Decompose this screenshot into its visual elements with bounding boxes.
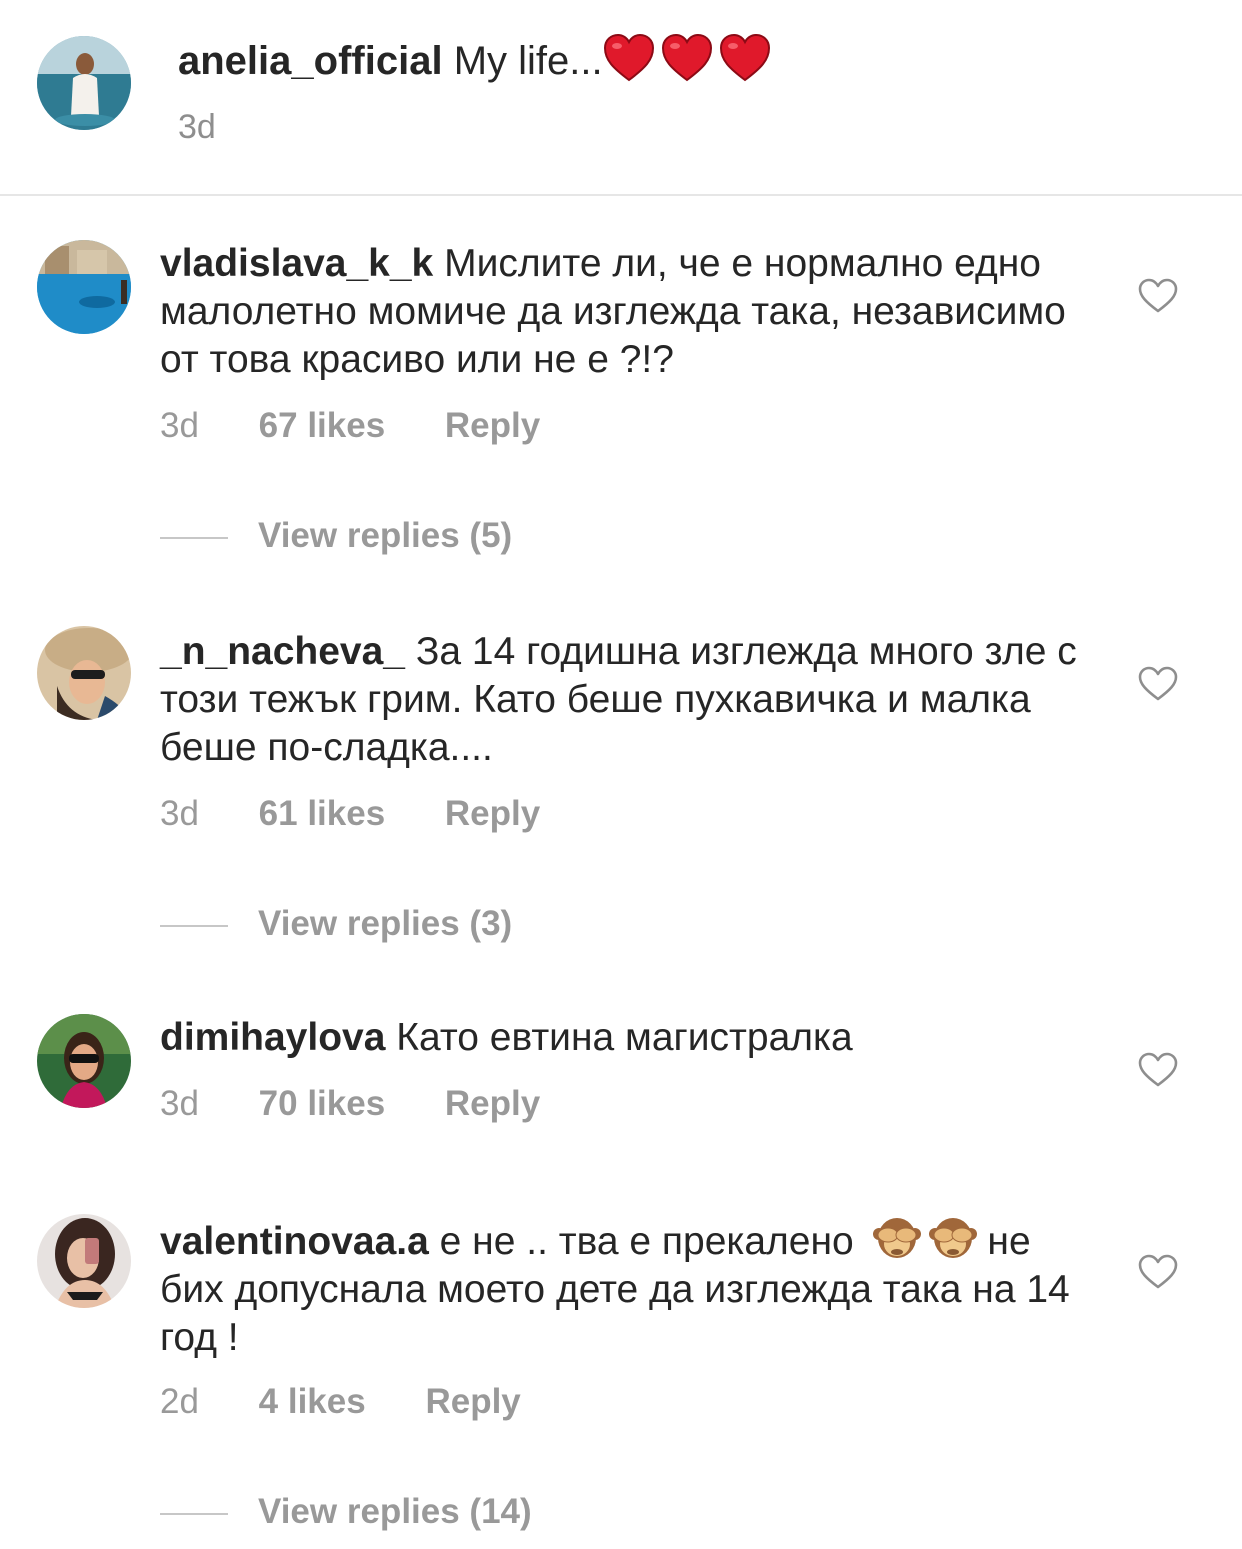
comment-username[interactable]: valentinovaa.a <box>160 1220 429 1263</box>
view-replies-button[interactable]: View replies (5) <box>160 516 512 556</box>
avatar[interactable] <box>37 36 131 130</box>
comment-text: vladislava_k_k Мислите ли, че е нормално… <box>160 240 1080 384</box>
post-caption: anelia_official My life... 3d <box>0 0 1242 196</box>
comment-text: _n_nacheva_ За 14 годишна изглежда много… <box>160 628 1080 772</box>
likes-count[interactable]: 4 likes <box>259 1382 366 1421</box>
heart-outline-icon[interactable] <box>1138 278 1178 314</box>
comment-timestamp: 2d <box>160 1382 199 1421</box>
avatar[interactable] <box>37 1014 131 1108</box>
comment-meta: 3d 67 likes Reply <box>160 406 540 446</box>
comment-meta: 3d 70 likes Reply <box>160 1084 540 1124</box>
reply-button[interactable]: Reply <box>445 1084 540 1123</box>
view-replies-label: View replies (3) <box>258 904 513 943</box>
heart-outline-icon[interactable] <box>1138 1254 1178 1290</box>
avatar[interactable] <box>37 626 131 720</box>
red-heart-emoji-icon <box>661 32 713 84</box>
comment-text: valentinovaa.a е не .. тва е прекалено н… <box>160 1216 1080 1362</box>
comment-timestamp: 3d <box>160 1084 199 1123</box>
red-heart-emoji-icon <box>719 32 771 84</box>
view-replies-label: View replies (14) <box>258 1492 532 1531</box>
heart-emoji-group <box>603 39 777 83</box>
likes-count[interactable]: 70 likes <box>259 1084 386 1123</box>
see-no-evil-monkey-emoji-icon <box>929 1216 977 1262</box>
view-replies-label: View replies (5) <box>258 516 513 555</box>
view-replies-button[interactable]: View replies (3) <box>160 904 512 944</box>
replies-divider-line <box>160 1512 228 1515</box>
reply-button[interactable]: Reply <box>445 794 540 833</box>
see-no-evil-monkey-emoji-icon <box>873 1216 921 1262</box>
caption-text: anelia_official My life... <box>178 32 777 89</box>
replies-divider-line <box>160 536 228 539</box>
comment-username[interactable]: vladislava_k_k <box>160 242 433 285</box>
caption-username[interactable]: anelia_official <box>178 39 443 83</box>
heart-outline-icon[interactable] <box>1138 1052 1178 1088</box>
comment-message: Като евтина магистралка <box>396 1016 853 1059</box>
comment-meta: 3d 61 likes Reply <box>160 794 540 834</box>
comment-meta: 2d 4 likes Reply <box>160 1382 521 1422</box>
red-heart-emoji-icon <box>603 32 655 84</box>
comment-timestamp: 3d <box>160 794 199 833</box>
likes-count[interactable]: 67 likes <box>259 406 386 445</box>
comment-username[interactable]: dimihaylova <box>160 1016 385 1059</box>
comment-message-part-1: е не .. тва е прекалено <box>439 1220 854 1263</box>
avatar[interactable] <box>37 1214 131 1308</box>
reply-button[interactable]: Reply <box>425 1382 520 1421</box>
comment-timestamp: 3d <box>160 406 199 445</box>
avatar[interactable] <box>37 240 131 334</box>
reply-button[interactable]: Reply <box>445 406 540 445</box>
caption-message: My life... <box>453 39 603 83</box>
likes-count[interactable]: 61 likes <box>259 794 386 833</box>
heart-outline-icon[interactable] <box>1138 666 1178 702</box>
comment-username[interactable]: _n_nacheva_ <box>160 630 405 673</box>
replies-divider-line <box>160 924 228 927</box>
caption-timestamp: 3d <box>178 108 216 146</box>
view-replies-button[interactable]: View replies (14) <box>160 1492 532 1532</box>
comment-text: dimihaylova Като евтина магистралка <box>160 1014 1080 1062</box>
